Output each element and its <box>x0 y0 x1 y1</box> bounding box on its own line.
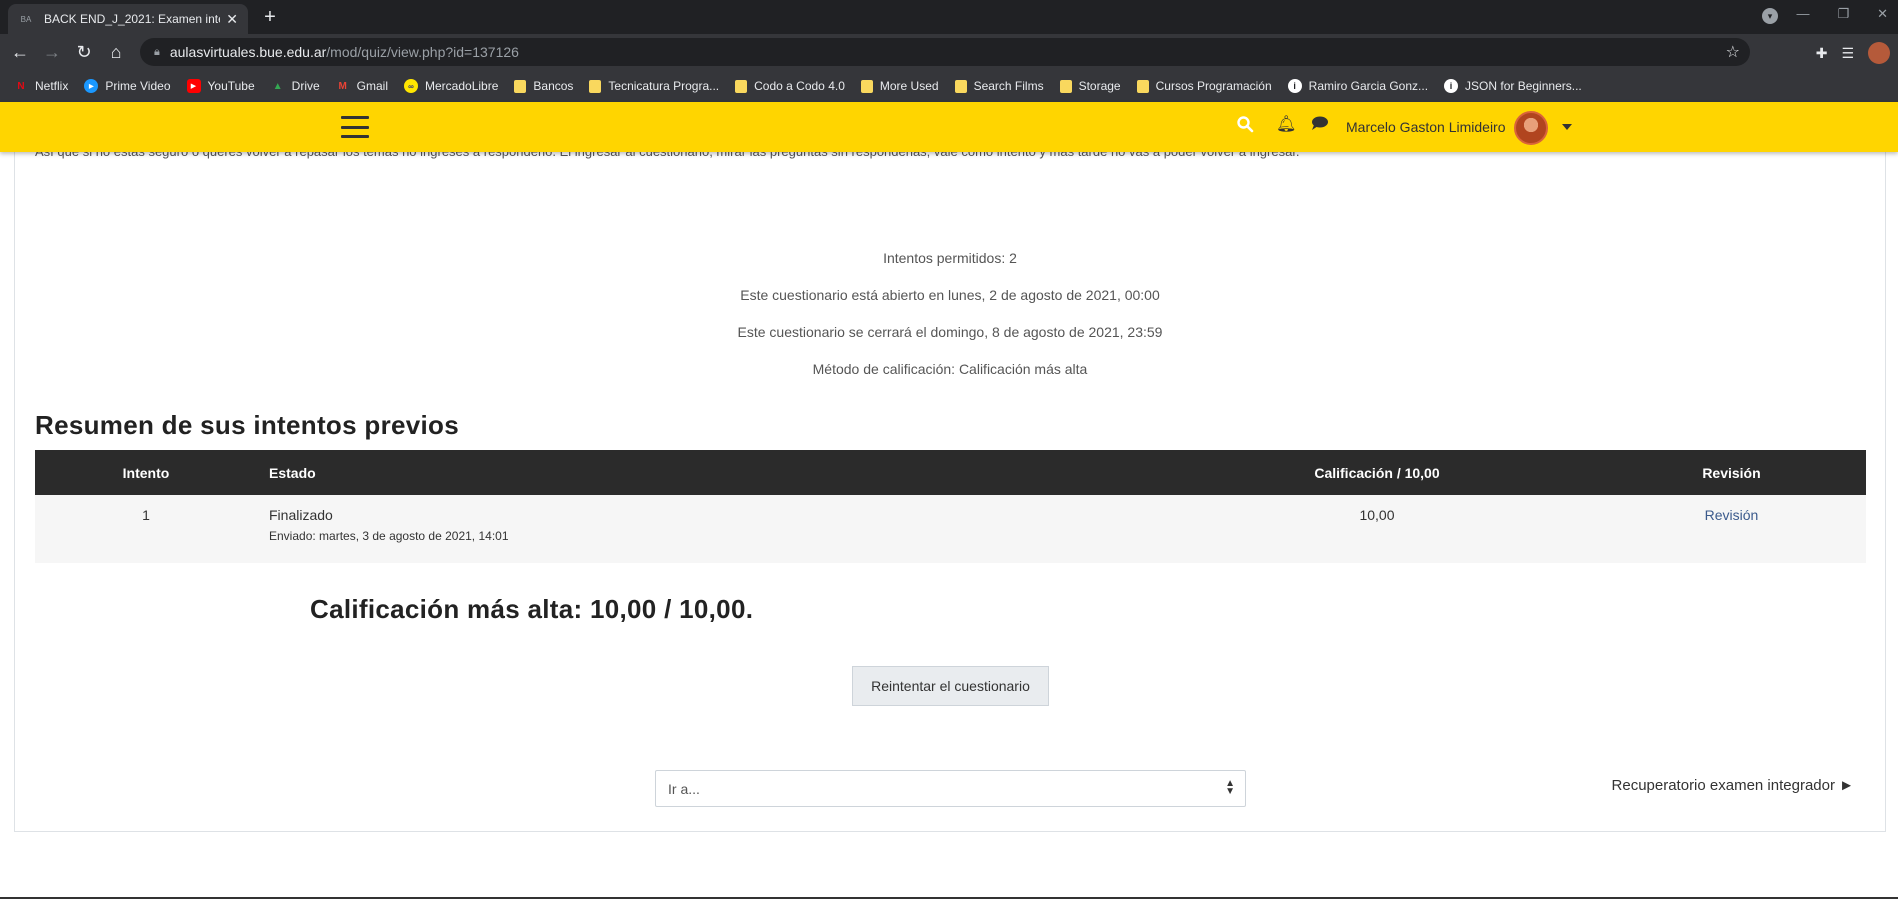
bookmark-item[interactable]: i Ramiro Garcia Gonz... <box>1287 79 1428 93</box>
folder-icon <box>589 79 602 93</box>
next-activity-link[interactable]: Recuperatorio examen integrador ► <box>1612 777 1854 794</box>
attempt-grade: 10,00 <box>1157 495 1597 563</box>
url-host: aulasvirtuales.bue.edu.ar <box>169 44 327 60</box>
bookmark-item[interactable]: ▲ Drive <box>271 79 320 93</box>
info-attempts-allowed: Intentos permitidos: 2 <box>883 250 1017 266</box>
info-close-date: Este cuestionario se cerrará el domingo,… <box>737 324 1163 340</box>
bookmark-item[interactable]: i JSON for Beginners... <box>1444 79 1582 93</box>
bookmarks-bar: N Netflix ▸ Prime Video ▶ YouTube ▲ Drive MG… <box>0 70 1898 102</box>
user-name[interactable]: Marcelo Gaston Limideiro <box>1346 119 1506 135</box>
browser-toolbar: ← → ↻ ⌂ 🔒︎ aulasvirtuales.bue.edu.ar /mo… <box>0 34 1898 70</box>
bookmark-star-icon[interactable]: ☆ <box>1726 42 1740 62</box>
messages-icon[interactable] <box>1311 116 1329 130</box>
folder-icon <box>514 79 527 93</box>
search-icon[interactable] <box>1236 115 1254 133</box>
bookmark-item[interactable]: Cursos Programación <box>1136 79 1272 93</box>
drive-icon: ▲ <box>272 80 283 92</box>
back-icon[interactable]: ← <box>8 40 32 64</box>
column-header-grade: Calificación / 10,00 <box>1157 450 1597 495</box>
tab-close-icon[interactable]: ✕ <box>226 11 238 28</box>
new-tab-icon[interactable]: + <box>258 6 282 29</box>
jump-to-select[interactable]: Ir a... ▲ ▼ <box>655 770 1246 807</box>
toolbar-extensions: ✚ ☰ <box>1816 42 1890 64</box>
bookmark-item[interactable]: Codo a Codo 4.0 <box>735 79 845 93</box>
folder-icon <box>735 79 748 93</box>
restore-icon[interactable]: ❐ <box>1837 6 1849 22</box>
site-icon: i <box>1287 79 1302 93</box>
folder-icon <box>860 79 873 93</box>
folder-icon <box>954 79 967 93</box>
profile-avatar-icon[interactable] <box>1868 42 1890 64</box>
home-icon[interactable]: ⌂ <box>104 40 128 64</box>
reload-icon[interactable]: ↻ <box>72 40 96 64</box>
attempts-table: Intento Estado Calificación / 10,00 Revi… <box>35 450 1866 563</box>
attempt-submitted-date: Enviado: martes, 3 de agosto de 2021, 14… <box>269 529 509 543</box>
address-bar[interactable]: 🔒︎ aulasvirtuales.bue.edu.ar /mod/quiz/v… <box>140 38 1750 66</box>
menu-toggle-icon[interactable] <box>341 116 369 138</box>
minimize-icon[interactable]: — <box>1796 6 1809 22</box>
lock-icon[interactable]: 🔒︎ <box>154 46 160 59</box>
bookmark-item[interactable]: More Used <box>860 79 939 93</box>
attempt-review-cell: Revisión <box>1597 495 1866 563</box>
info-grading-method: Método de calificación: Calificación más… <box>812 361 1088 377</box>
attempt-state-cell: Finalizado Enviado: martes, 3 de agosto … <box>257 495 1157 563</box>
bookmark-item[interactable]: Bancos <box>514 79 573 93</box>
notifications-bell-icon[interactable]: 🔔︎ <box>1276 114 1296 134</box>
best-grade-heading: Calificación más alta: 10,00 / 10,00. <box>310 594 754 624</box>
column-header-state: Estado <box>257 450 1157 495</box>
tab-search-icon[interactable]: ▾ <box>1762 8 1778 24</box>
retry-quiz-button[interactable]: Reintentar el cuestionario <box>852 666 1049 706</box>
folder-icon <box>1136 79 1149 93</box>
window-controls: — ❐ ✕ <box>1796 6 1888 22</box>
column-header-review: Revisión <box>1597 450 1866 495</box>
browser-tab[interactable]: BA BACK END_J_2021: Examen integ ✕ <box>8 4 248 34</box>
mercadolibre-icon: ∞ <box>404 79 419 93</box>
prime-video-icon: ▸ <box>84 79 99 93</box>
info-open-date: Este cuestionario está abierto en lunes,… <box>740 287 1160 303</box>
user-menu-caret-icon[interactable] <box>1562 124 1572 130</box>
forward-icon[interactable]: → <box>40 40 64 64</box>
select-arrows-icon: ▲ ▼ <box>1225 778 1235 797</box>
netflix-icon: N <box>17 80 25 92</box>
youtube-icon: ▶ <box>186 79 201 93</box>
bookmark-item[interactable]: N Netflix <box>14 79 68 93</box>
site-icon: i <box>1444 79 1459 93</box>
browser-tabstrip: BA BACK END_J_2021: Examen integ ✕ + ▾ —… <box>0 0 1898 34</box>
bookmark-item[interactable]: Storage <box>1059 79 1121 93</box>
review-link[interactable]: Revisión <box>1705 507 1759 523</box>
url-path: /mod/quiz/view.php?id=137126 <box>326 44 519 60</box>
bookmark-item[interactable]: ▸ Prime Video <box>84 79 171 93</box>
attempts-summary-heading: Resumen de sus intentos previos <box>35 410 459 440</box>
media-control-icon[interactable]: ☰ <box>1841 45 1854 62</box>
table-header-row: Intento Estado Calificación / 10,00 Revi… <box>35 450 1866 495</box>
column-header-attempt: Intento <box>35 450 257 495</box>
jump-to-value: Ir a... <box>668 780 700 797</box>
tab-favicon: BA <box>20 14 32 24</box>
attempt-number: 1 <box>35 495 257 563</box>
extensions-icon[interactable]: ✚ <box>1816 45 1828 62</box>
bookmark-item[interactable]: ▶ YouTube <box>186 79 255 93</box>
attempt-state: Finalizado <box>269 507 333 523</box>
site-navbar: 🔔︎ Marcelo Gaston Limideiro <box>0 102 1898 152</box>
bookmark-item[interactable]: Search Films <box>954 79 1044 93</box>
user-avatar[interactable] <box>1514 111 1548 145</box>
bookmark-item[interactable]: M Gmail <box>336 79 389 93</box>
tab-title: BACK END_J_2021: Examen integ <box>44 12 221 26</box>
gmail-icon: M <box>338 80 347 92</box>
folder-icon <box>1059 79 1072 93</box>
close-window-icon[interactable]: ✕ <box>1877 6 1888 22</box>
bookmark-item[interactable]: Tecnicatura Progra... <box>589 79 719 93</box>
table-row: 1 Finalizado Enviado: martes, 3 de agost… <box>35 495 1866 563</box>
bookmark-item[interactable]: ∞ MercadoLibre <box>404 79 498 93</box>
